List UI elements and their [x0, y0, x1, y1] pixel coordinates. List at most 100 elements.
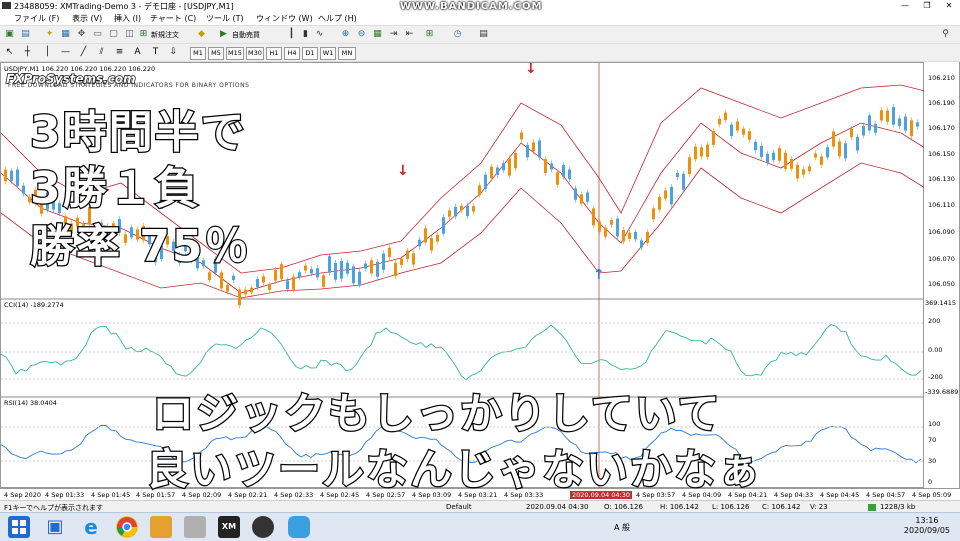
mt4-icon[interactable]: XM — [218, 516, 240, 538]
fibonacci-icon[interactable]: ≡ — [114, 47, 125, 58]
time-label: 4 Sep 04:33 — [774, 491, 814, 499]
vertical-line-icon[interactable]: │ — [42, 47, 53, 58]
trendline-icon[interactable]: ╱ — [78, 47, 89, 58]
strategy-icon[interactable]: ◆ — [196, 29, 207, 40]
auto-trade-icon[interactable]: ▶ — [218, 29, 229, 40]
new-chart-icon[interactable]: ▣ — [4, 29, 15, 40]
maximize-button[interactable]: ❐ — [916, 0, 938, 11]
brand-subtitle: FREE DOWNLOAD STRATEGIES AND INDICATORS … — [8, 82, 250, 89]
tf-d1[interactable]: D1 — [302, 47, 318, 60]
minimize-button[interactable]: — — [894, 0, 916, 11]
tf-h4[interactable]: H4 — [284, 47, 300, 60]
search-icon[interactable]: ⚲ — [940, 29, 951, 40]
explorer-icon[interactable] — [150, 516, 172, 538]
bandicam-icon[interactable] — [252, 516, 274, 538]
rsi-header: RSI(14) 38.0404 — [4, 399, 57, 407]
label-icon[interactable]: T — [150, 47, 161, 58]
status-volume: V: 23 — [810, 503, 828, 511]
menu-insert[interactable]: 挿入 (I) — [114, 13, 141, 24]
menu-tools[interactable]: ツール (T) — [206, 13, 244, 24]
zoom-in-icon[interactable]: ⊕ — [340, 29, 351, 40]
title-bar: 23488059: XMTrading-Demo 3 - デモ口座 - [USD… — [0, 0, 960, 12]
rsi-label: 30 — [928, 457, 937, 465]
time-label: 4 Sep 05:09 — [912, 491, 952, 499]
time-label: 4 Sep 04:45 — [820, 491, 860, 499]
app-icon[interactable] — [184, 516, 206, 538]
text-icon[interactable]: A — [132, 47, 143, 58]
chat-icon[interactable] — [288, 516, 310, 538]
price-label: 106.110 — [928, 201, 955, 209]
time-label: 4 Sep 01:33 — [45, 491, 85, 499]
price-label: 106.190 — [928, 99, 955, 107]
chrome-icon[interactable] — [116, 516, 138, 538]
status-datetime: 2020.09.04 04:30 — [526, 503, 589, 511]
overlay-line-2: 3勝１負 — [29, 162, 201, 216]
clock-time: 13:16 — [915, 516, 939, 525]
indicators-icon[interactable]: ⊞ — [424, 29, 435, 40]
new-order-icon[interactable]: ⊞ — [138, 29, 149, 40]
menu-view[interactable]: 表示 (V) — [72, 13, 102, 24]
tf-mn[interactable]: MN — [338, 47, 356, 60]
menu-chart[interactable]: チャート (C) — [150, 13, 196, 24]
tf-m5[interactable]: M5 — [208, 47, 224, 60]
clock[interactable]: 13:16 2020/09/05 — [904, 516, 950, 536]
tf-h1[interactable]: H1 — [266, 47, 282, 60]
line-chart-icon[interactable]: ∿ — [314, 29, 325, 40]
horizontal-line-icon[interactable]: — — [60, 47, 71, 58]
drawing-toolbar: ↖ ┼ │ — ╱ ⫽ ≡ A T ⇩ M1 M5 M15 M30 H1 H4 … — [0, 44, 960, 62]
folder-icon[interactable]: ▣ — [44, 516, 66, 538]
status-traffic: 1228/3 kb — [880, 503, 916, 511]
status-close: C: 106.142 — [762, 503, 801, 511]
tf-w1[interactable]: W1 — [320, 47, 336, 60]
crosshair-icon[interactable]: ┼ — [22, 47, 33, 58]
zoom-out-icon[interactable]: ⊖ — [356, 29, 367, 40]
status-profile[interactable]: Default — [446, 503, 472, 511]
time-label: 4 Sep 01:45 — [91, 491, 131, 499]
auto-trade-button[interactable]: 自動売買 — [232, 30, 260, 40]
cci-label: 200 — [928, 317, 941, 325]
overlay-line-1: 3時間半で — [29, 106, 247, 160]
channel-icon[interactable]: ⫽ — [96, 47, 107, 58]
terminal-icon[interactable]: ▭ — [92, 29, 103, 40]
price-label: 106.070 — [928, 255, 955, 263]
cursor-icon[interactable]: ↖ — [4, 47, 15, 58]
status-high: H: 106.142 — [660, 503, 699, 511]
windows-start-icon[interactable] — [8, 516, 30, 538]
cci-label: 369.1415 — [925, 299, 957, 307]
price-label: 106.090 — [928, 228, 955, 236]
tester-icon[interactable]: ▢ — [108, 29, 119, 40]
taskbar: ▣ e XM A 般 13:16 2020/09/05 — [0, 512, 960, 541]
chart-shift-icon[interactable]: ⇥ — [388, 29, 399, 40]
ime-indicator[interactable]: A 般 — [614, 522, 630, 533]
templates-icon[interactable]: ▤ — [478, 29, 489, 40]
sell-signal-icon: ↓ — [397, 163, 409, 179]
tf-m15[interactable]: M15 — [226, 47, 244, 60]
menu-window[interactable]: ウィンドウ (W) — [256, 13, 313, 24]
data-window-icon[interactable]: ▦ — [60, 29, 71, 40]
close-button[interactable]: ✕ — [938, 0, 960, 11]
overlay-line-3: 勝率 75％ — [29, 220, 251, 274]
cci-label: -339.6889 — [925, 388, 959, 396]
arrow-icon[interactable]: ⇩ — [168, 47, 179, 58]
ie-icon[interactable]: e — [80, 516, 102, 538]
bar-chart-icon[interactable]: ┃ — [286, 29, 297, 40]
periods-icon[interactable]: ◷ — [452, 29, 463, 40]
tf-m30[interactable]: M30 — [246, 47, 264, 60]
menu-help[interactable]: ヘルプ (H) — [318, 13, 357, 24]
tf-m1[interactable]: M1 — [190, 47, 206, 60]
price-label: 106.130 — [928, 175, 955, 183]
new-order-button[interactable]: 新規注文 — [151, 30, 179, 40]
market-watch-icon[interactable]: ✦ — [44, 29, 55, 40]
navigator-icon[interactable]: ✥ — [76, 29, 87, 40]
autoscroll-icon[interactable]: ⇤ — [404, 29, 415, 40]
app-icon — [2, 2, 11, 9]
cci-label: 0.00 — [928, 346, 943, 354]
editor-icon[interactable]: ◫ — [124, 29, 135, 40]
tile-windows-icon[interactable]: ▦ — [372, 29, 383, 40]
candle-chart-icon[interactable]: ▮ — [300, 29, 311, 40]
sell-signal-icon: ↓ — [525, 63, 537, 77]
menu-file[interactable]: ファイル (F) — [14, 13, 59, 24]
main-toolbar: ▣ ▤ ✦ ▦ ✥ ▭ ▢ ◫ ⊞ 新規注文 ◆ ▶ 自動売買 ┃ ▮ ∿ ⊕ … — [0, 26, 960, 44]
price-axis: 106.210 106.190 106.170 106.150 106.130 … — [924, 62, 960, 488]
profiles-icon[interactable]: ▤ — [20, 29, 31, 40]
